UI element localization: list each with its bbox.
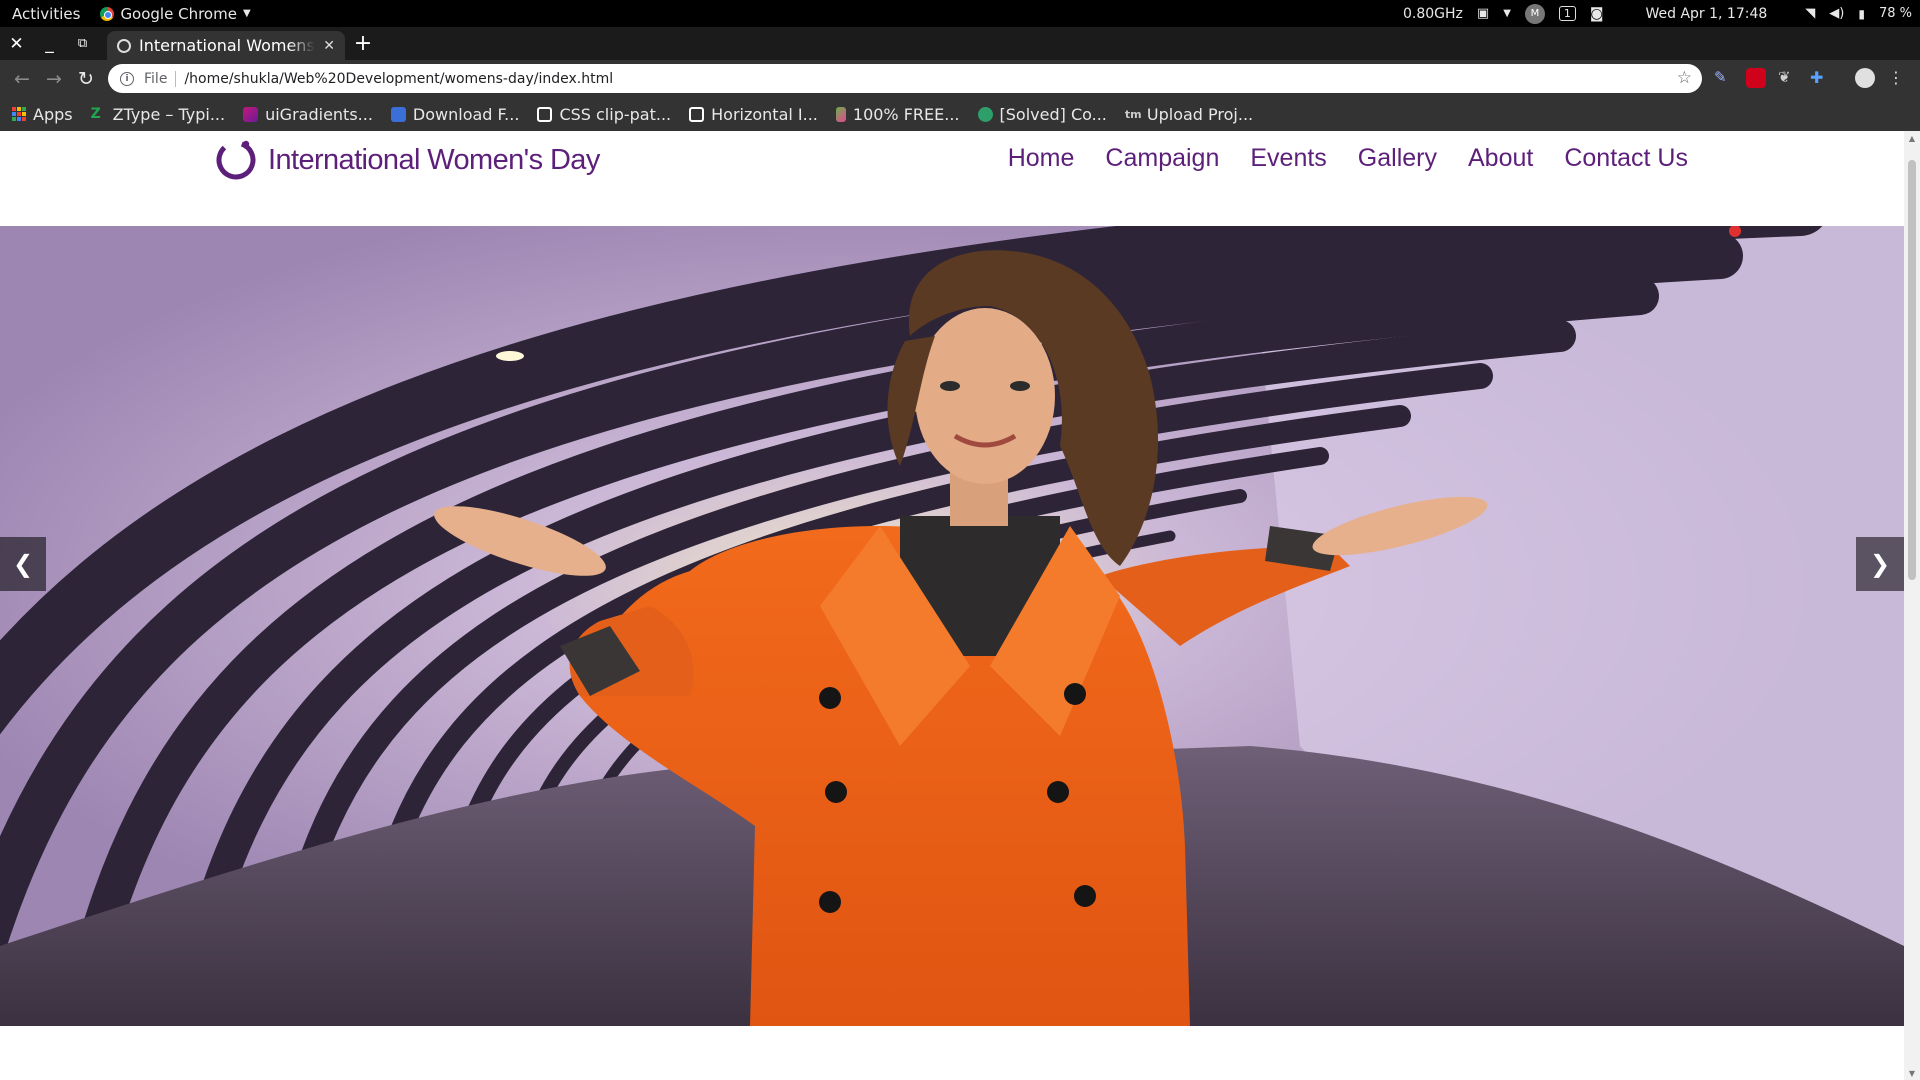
bookmark-label: ZType – Typi... <box>112 104 226 124</box>
site-header: International Women's Day Home Campaign … <box>0 131 1904 226</box>
codepen-favicon-icon <box>689 106 705 122</box>
nav-gallery[interactable]: Gallery <box>1358 144 1437 173</box>
url-scheme-label: File <box>144 70 177 87</box>
leaf-favicon-icon <box>835 106 846 122</box>
hero-carousel: ❮ ❯ <box>0 226 1904 1026</box>
bookmark-horizontal[interactable]: Horizontal I... <box>689 105 818 124</box>
tab-strip: ✕ _ ⧉ International Womens Day ✕ + <box>0 27 1920 60</box>
nav-campaign[interactable]: Campaign <box>1105 144 1219 173</box>
app-menu[interactable]: Google Chrome ▼ <box>92 4 251 23</box>
chevron-down-icon[interactable]: ▼ <box>1503 8 1511 19</box>
cpu-frequency[interactable]: 0.80GHz <box>1403 6 1463 22</box>
volume-icon[interactable]: ◀) <box>1829 6 1844 21</box>
window-minimize-icon[interactable]: _ <box>33 27 66 60</box>
upload-favicon-icon: tm <box>1124 107 1142 121</box>
battery-percent[interactable]: 78 % <box>1879 6 1912 21</box>
scroll-up-icon[interactable]: ▲ <box>1904 131 1920 145</box>
logo-text: International Women's Day <box>268 143 600 176</box>
page-scrollbar[interactable]: ▲ ▼ <box>1904 131 1920 1080</box>
codepen-favicon-icon <box>537 106 553 122</box>
cpu-chip-icon: ▣ <box>1476 6 1490 21</box>
site-logo[interactable]: International Women's Day <box>214 138 600 182</box>
battery-icon[interactable]: ▮ <box>1858 7 1865 21</box>
bookmark-ztype[interactable]: Z ZType – Typi... <box>91 105 226 124</box>
system-top-bar: Activities Google Chrome ▼ 0.80GHz ▣ ▼ M… <box>0 0 1920 27</box>
scrollbar-thumb[interactable] <box>1908 160 1916 580</box>
forward-arrow-icon[interactable]: → <box>38 63 70 95</box>
url-text[interactable]: /home/shukla/Web%20Development/womens-da… <box>184 71 613 87</box>
bookmark-label: Horizontal I... <box>711 104 818 124</box>
chevron-down-icon: ▼ <box>242 8 251 19</box>
bookmark-label: uiGradients... <box>265 104 373 124</box>
solved-favicon-icon <box>977 106 993 122</box>
download-favicon-icon <box>390 106 406 122</box>
nav-about[interactable]: About <box>1468 144 1533 173</box>
browser-toolbar: ← → ↻ i File /home/shukla/Web%20Developm… <box>0 60 1920 97</box>
tab-close-icon[interactable]: ✕ <box>323 38 335 54</box>
dark-extension-icon[interactable]: ❦ <box>1778 68 1798 88</box>
web-page: International Women's Day Home Campaign … <box>0 131 1920 1080</box>
address-bar[interactable]: i File /home/shukla/Web%20Development/wo… <box>108 64 1702 93</box>
bookmark-label: Download F... <box>412 104 520 124</box>
reload-icon[interactable]: ↻ <box>70 63 102 95</box>
bookmark-star-icon[interactable]: ☆ <box>1677 68 1692 88</box>
tab-title: International Womens Day <box>139 36 315 55</box>
carousel-prev-button[interactable]: ❮ <box>0 537 46 591</box>
bookmark-upload[interactable]: tm Upload Proj... <box>1125 105 1253 124</box>
wifi-icon[interactable]: ◥ <box>1805 6 1815 21</box>
chrome-icon <box>100 6 115 21</box>
bookmark-label: [Solved] Co... <box>999 104 1107 124</box>
blue-extension-icon[interactable]: ✚ <box>1810 68 1830 88</box>
app-name: Google Chrome <box>120 4 237 23</box>
nav-events[interactable]: Events <box>1250 144 1326 173</box>
browser-tab[interactable]: International Womens Day ✕ <box>107 31 345 60</box>
hero-slide-image <box>0 226 1904 1026</box>
screenshot-icon[interactable]: ◙ <box>1590 6 1604 22</box>
carousel-next-button[interactable]: ❯ <box>1856 537 1904 591</box>
clock[interactable]: Wed Apr 1, 17:48 <box>1645 6 1767 22</box>
bookmark-label: CSS clip-pat... <box>559 104 672 124</box>
eyedropper-extension-icon[interactable]: ✎ <box>1714 68 1734 88</box>
globe-icon <box>117 38 131 53</box>
main-nav: Home Campaign Events Gallery About Conta… <box>1008 144 1688 173</box>
nav-contact-us[interactable]: Contact Us <box>1564 144 1688 173</box>
workspace-indicator[interactable]: 1 <box>1558 6 1576 21</box>
bookmark-css-clip-path[interactable]: CSS clip-pat... <box>537 105 671 124</box>
bookmarks-bar: Apps Z ZType – Typi... uiGradients... Do… <box>0 97 1920 131</box>
bookmark-apps[interactable]: Apps <box>12 105 73 124</box>
uigradients-favicon-icon <box>243 106 259 122</box>
profile-avatar-icon[interactable] <box>1855 68 1875 88</box>
iwd-logo-icon <box>216 140 256 180</box>
bookmark-label: Upload Proj... <box>1146 104 1254 124</box>
new-tab-button[interactable]: + <box>345 27 381 60</box>
bookmark-uigradients[interactable]: uiGradients... <box>243 105 373 124</box>
nav-home[interactable]: Home <box>1008 144 1075 173</box>
red-extension-icon[interactable] <box>1746 68 1766 88</box>
back-arrow-icon[interactable]: ← <box>6 63 38 95</box>
bookmark-download[interactable]: Download F... <box>390 104 520 124</box>
scroll-down-icon[interactable]: ▼ <box>1904 1066 1920 1080</box>
info-icon[interactable]: i <box>120 71 134 86</box>
bookmark-label: 100% FREE... <box>852 104 960 124</box>
chrome-menu-icon[interactable]: ⋮ <box>1886 68 1906 88</box>
messenger-indicator-icon[interactable]: M <box>1524 3 1545 24</box>
bookmark-100-free[interactable]: 100% FREE... <box>835 104 960 124</box>
bookmark-solved[interactable]: [Solved] Co... <box>977 104 1107 124</box>
ztype-favicon-icon: Z <box>90 105 101 122</box>
activities-button[interactable]: Activities <box>0 5 92 23</box>
apps-grid-icon <box>12 107 26 121</box>
window-close-icon[interactable]: ✕ <box>0 27 33 60</box>
window-restore-icon[interactable]: ⧉ <box>66 27 99 60</box>
bookmark-label: Apps <box>33 104 73 124</box>
